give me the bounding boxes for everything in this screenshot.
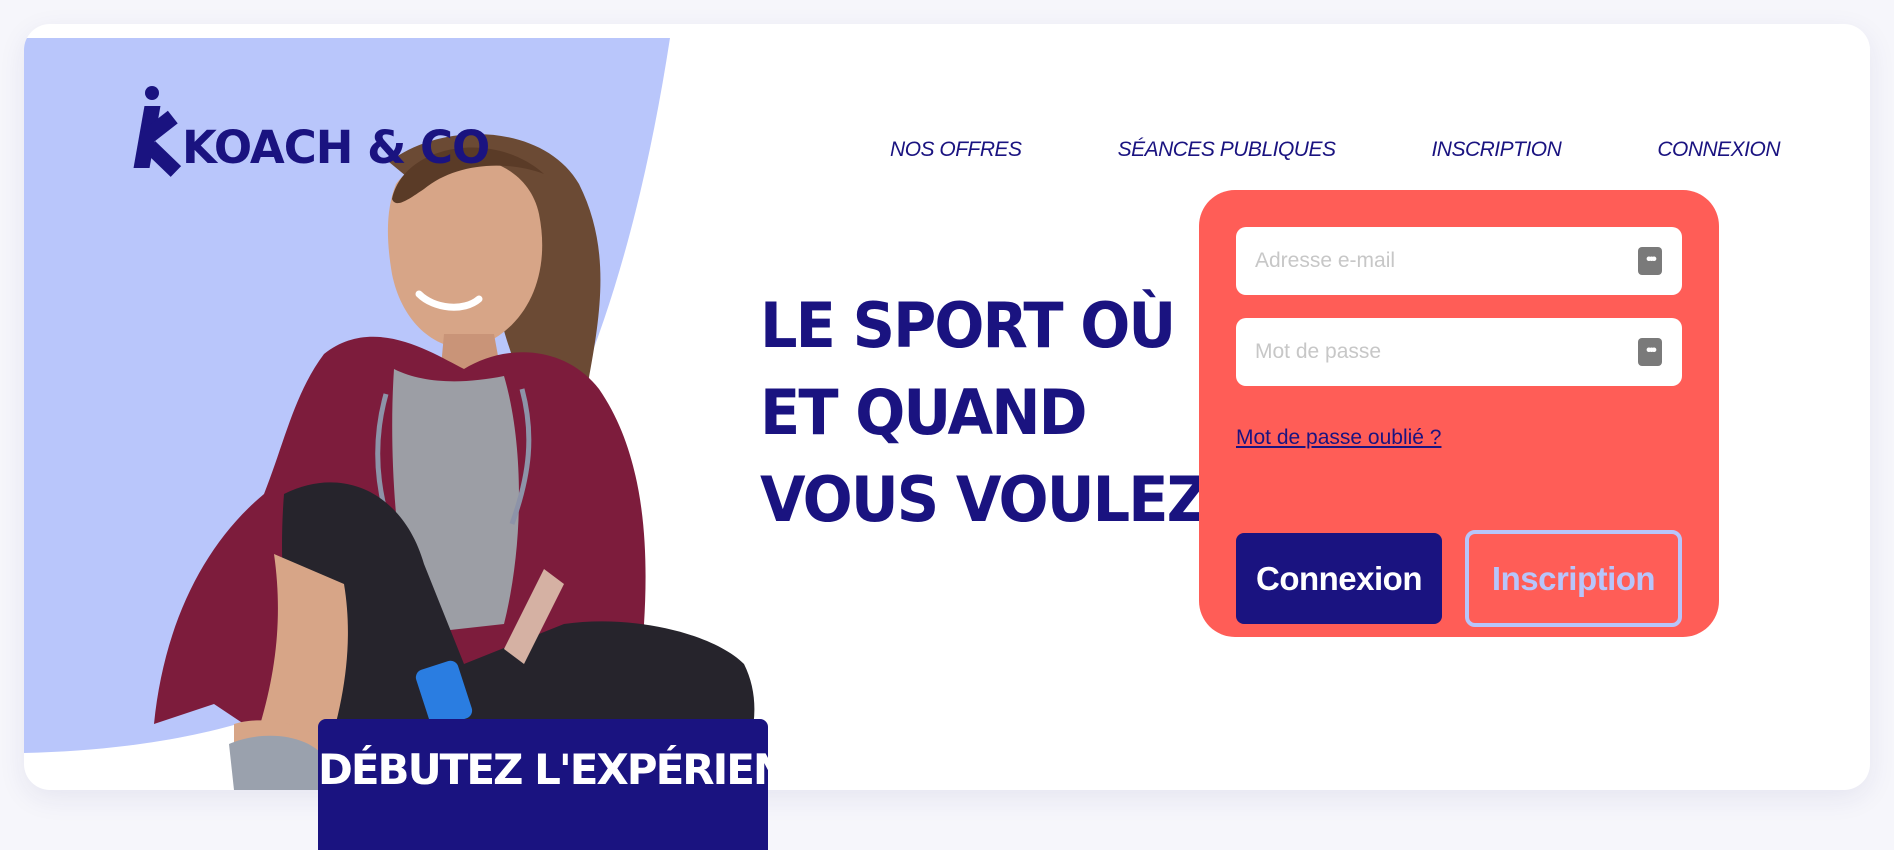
forgot-password-link[interactable]: Mot de passe oublié ?: [1236, 426, 1441, 450]
headline-line: VOUS VOULEZ: [760, 463, 1209, 536]
inscription-button[interactable]: Inscription: [1465, 530, 1682, 627]
main-navigation: NOS OFFRES SÉANCES PUBLIQUES INSCRIPTION…: [890, 138, 1780, 162]
brand-logo[interactable]: KOACH & CO: [132, 86, 490, 177]
dots-icon[interactable]: •••: [1638, 338, 1662, 366]
nav-item-seances-publiques[interactable]: SÉANCES PUBLIQUES: [1118, 138, 1336, 162]
nav-item-connexion[interactable]: CONNEXION: [1657, 138, 1780, 162]
headline-line: LE SPORT OÙ: [760, 289, 1176, 362]
connexion-button[interactable]: Connexion: [1236, 533, 1442, 624]
hero-card: KOACH & CO NOS OFFRES SÉANCES PUBLIQUES …: [24, 24, 1870, 790]
hero-headline: LE SPORT OÙ ET QUAND VOUS VOULEZ: [760, 282, 1209, 543]
email-input[interactable]: [1236, 227, 1645, 295]
nav-item-offres[interactable]: NOS OFFRES: [890, 138, 1022, 162]
headline-line: ET QUAND: [760, 376, 1087, 449]
logo-k-figure-icon: [132, 86, 182, 177]
login-form: ••• ••• Mot de passe oublié ? Connexion …: [1199, 190, 1719, 637]
start-experience-button[interactable]: DÉBUTEZ L'EXPÉRIENCE: [318, 719, 844, 850]
brand-name: KOACH & CO: [182, 121, 490, 174]
password-field-wrapper: •••: [1236, 318, 1682, 386]
password-input[interactable]: [1236, 318, 1645, 386]
nav-item-inscription[interactable]: INSCRIPTION: [1431, 138, 1561, 162]
email-field-wrapper: •••: [1236, 227, 1682, 295]
dots-icon[interactable]: •••: [1638, 247, 1662, 275]
